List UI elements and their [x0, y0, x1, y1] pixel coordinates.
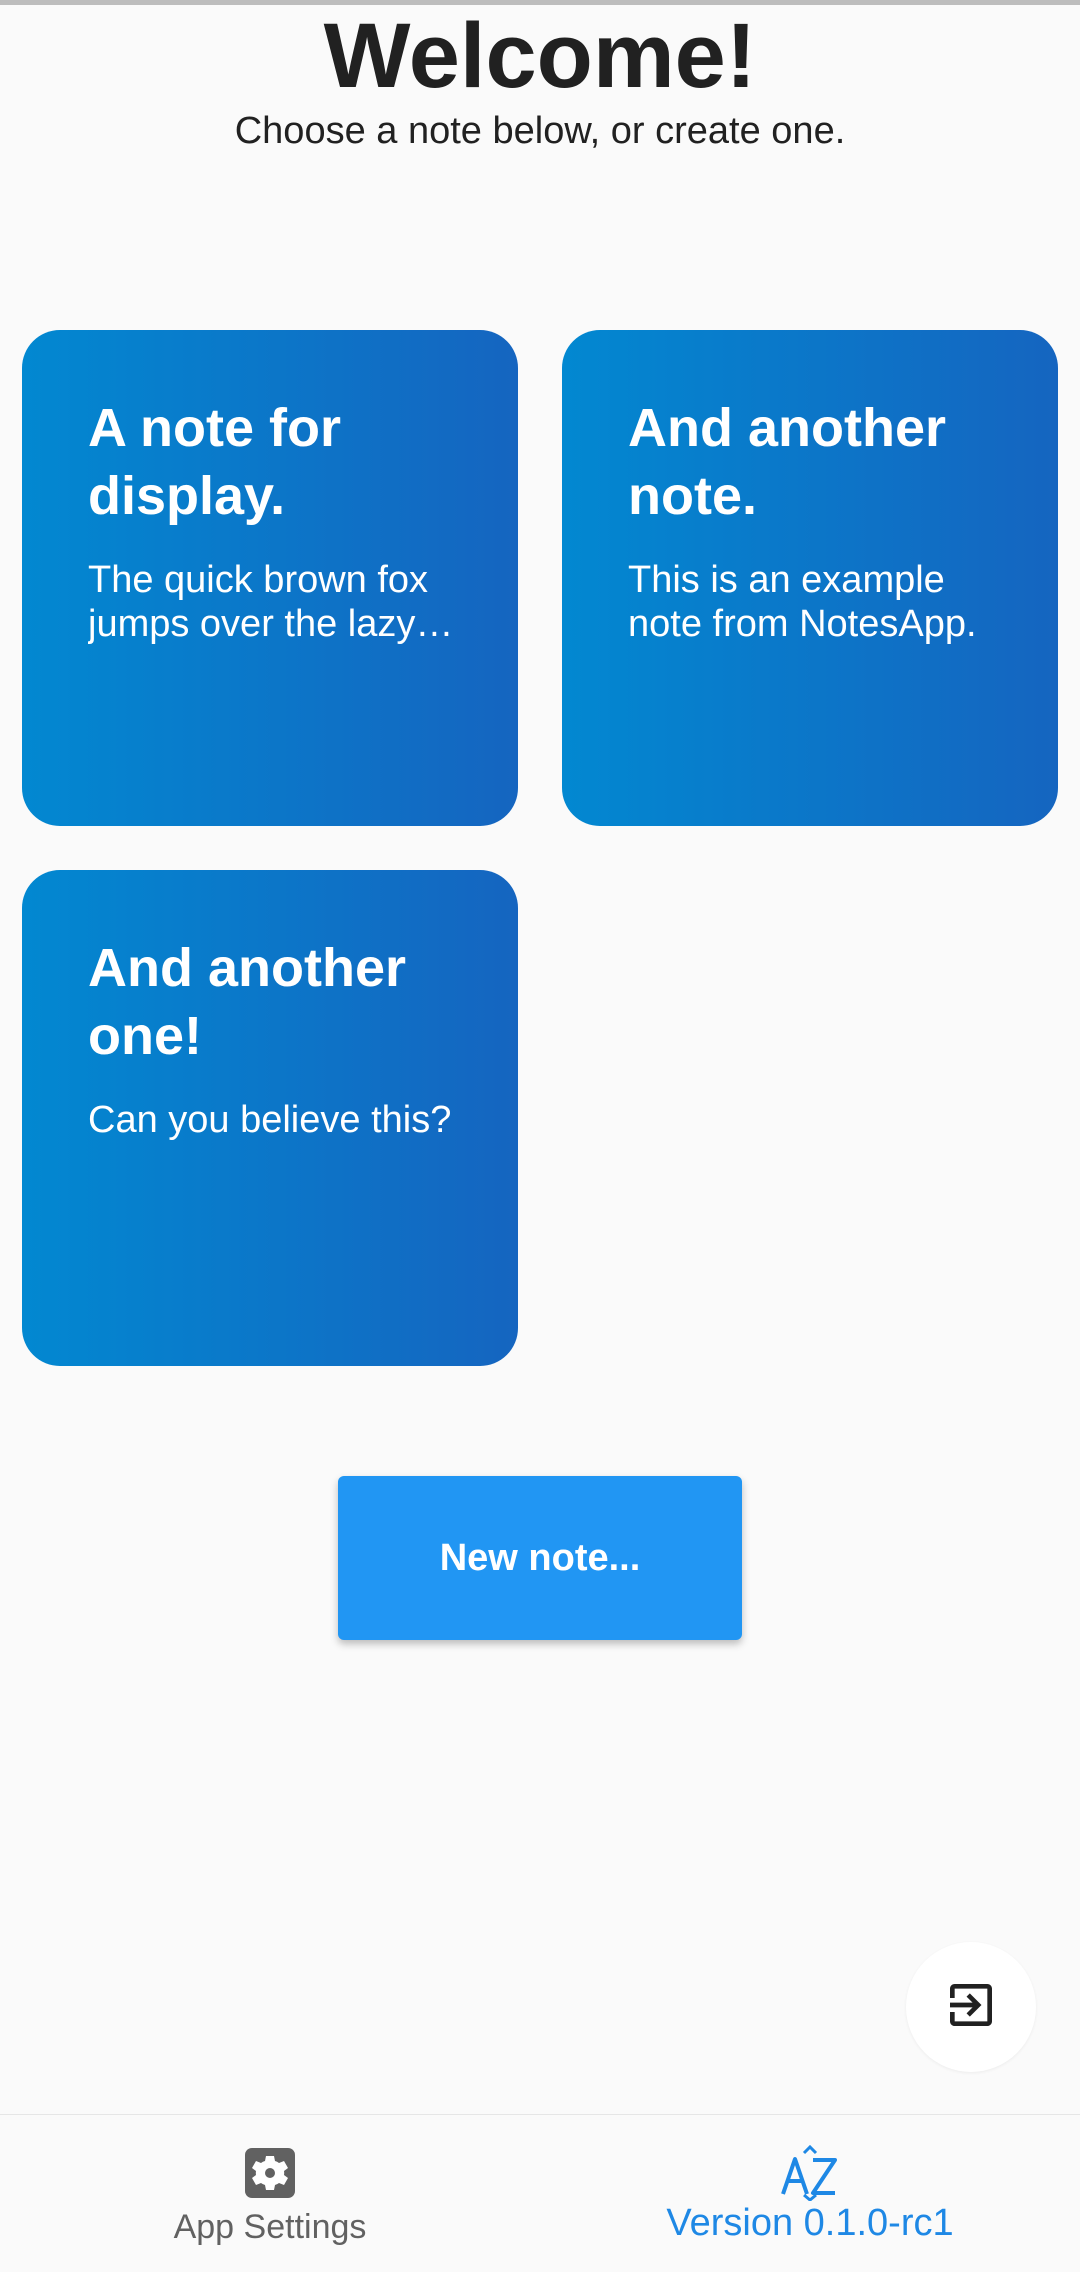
nav-item-version[interactable]: Version 0.1.0-rc1: [540, 2115, 1080, 2272]
new-note-button[interactable]: New note...: [338, 1476, 742, 1640]
note-title: A note for display.: [88, 398, 341, 526]
header: Welcome! Choose a note below, or create …: [0, 6, 1080, 154]
sort-alphabetical-icon: [780, 2144, 840, 2202]
version-label: Version 0.1.0-rc1: [666, 2202, 954, 2244]
note-card[interactable]: A note for display. The quick brown fox …: [22, 330, 518, 826]
note-card[interactable]: And another note. This is an example not…: [562, 330, 1058, 826]
page-title: Welcome!: [323, 5, 757, 107]
note-preview: The quick brown fox jumps over the lazy …: [88, 559, 429, 645]
note-title: And another one!: [88, 938, 406, 1066]
page-subtitle: Choose a note below, or create one.: [234, 110, 846, 152]
gear-icon: [242, 2145, 298, 2201]
exit-to-app-icon: [943, 1977, 999, 2038]
note-preview: This is an example note from NotesApp.: [628, 559, 977, 645]
nav-item-app-settings[interactable]: App Settings: [0, 2115, 540, 2272]
note-title: And another note.: [628, 398, 946, 526]
note-preview: Can you believe this?: [88, 1099, 452, 1141]
note-card[interactable]: And another one! Can you believe this?: [22, 870, 518, 1366]
exit-button[interactable]: [906, 1942, 1036, 2072]
bottom-navigation: App Settings Version 0.1.0-rc1: [0, 2114, 1080, 2272]
nav-item-label: App Settings: [173, 2208, 367, 2246]
